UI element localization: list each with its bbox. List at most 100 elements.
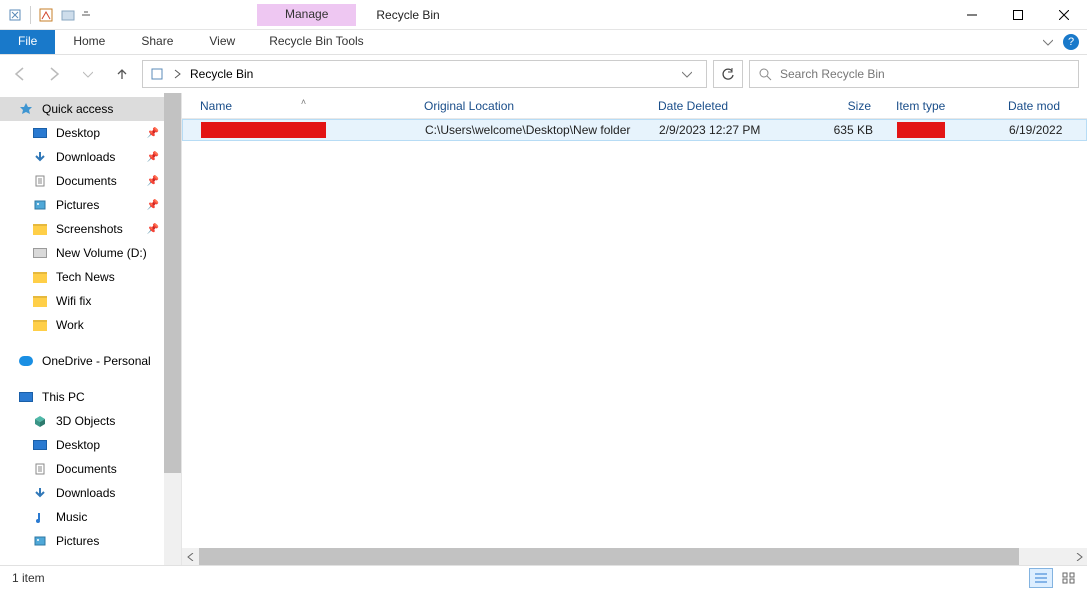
- column-date-modified[interactable]: Date mod: [1000, 99, 1087, 113]
- redacted-block: [897, 122, 945, 138]
- breadcrumb-chevron-icon[interactable]: [171, 69, 184, 79]
- sidebar-onedrive[interactable]: OneDrive - Personal: [0, 349, 181, 373]
- sidebar-item-label: Screenshots: [56, 222, 123, 236]
- sidebar-item-label: Documents: [56, 462, 117, 476]
- folder-icon: [32, 221, 48, 237]
- sidebar-item-d-drive[interactable]: New Volume (D:): [0, 241, 181, 265]
- column-headers: Name ˄ Original Location Date Deleted Siz…: [182, 93, 1087, 119]
- sidebar-item-label: Wifi fix: [56, 294, 91, 308]
- refresh-button[interactable]: [713, 60, 743, 88]
- pin-icon: 📌: [147, 200, 159, 211]
- sidebar-item-label: New Volume (D:): [56, 246, 147, 260]
- desktop-icon: [32, 437, 48, 453]
- column-name[interactable]: Name ˄: [192, 99, 416, 113]
- breadcrumb-root[interactable]: [143, 66, 171, 82]
- pin-icon: 📌: [147, 128, 159, 139]
- nav-scroll-thumb[interactable]: [164, 93, 181, 473]
- content-area: Name ˄ Original Location Date Deleted Siz…: [182, 93, 1087, 565]
- new-folder-icon[interactable]: [59, 6, 77, 24]
- sidebar-item-pictures[interactable]: Pictures 📌: [0, 193, 181, 217]
- documents-icon: [32, 173, 48, 189]
- sidebar-item-pc-documents[interactable]: Documents: [0, 457, 181, 481]
- tab-file[interactable]: File: [0, 30, 55, 54]
- column-item-type[interactable]: Item type: [888, 99, 1000, 113]
- pc-icon: [18, 389, 34, 405]
- sidebar-item-documents[interactable]: Documents📌: [0, 169, 181, 193]
- sort-indicator-icon: ˄: [301, 97, 306, 107]
- sidebar-item-wifi-fix[interactable]: Wifi fix: [0, 289, 181, 313]
- sidebar-item-downloads[interactable]: Downloads📌: [0, 145, 181, 169]
- cell-item-type: [889, 122, 1001, 138]
- tab-view[interactable]: View: [191, 30, 253, 54]
- status-bar: 1 item: [0, 565, 1087, 589]
- drive-icon: [32, 245, 48, 261]
- back-button[interactable]: [6, 60, 34, 88]
- context-tab-manage[interactable]: Manage: [257, 4, 356, 26]
- sidebar-item-screenshots[interactable]: Screenshots 📌: [0, 217, 181, 241]
- recycle-bin-small-icon: [149, 66, 165, 82]
- minimize-button[interactable]: [949, 0, 995, 30]
- horizontal-scrollbar[interactable]: [182, 548, 1087, 565]
- recent-locations-dropdown[interactable]: [74, 60, 102, 88]
- maximize-button[interactable]: [995, 0, 1041, 30]
- scroll-left-icon[interactable]: [182, 548, 199, 565]
- explorer-window: Manage Recycle Bin File Home Share View …: [0, 0, 1087, 589]
- sidebar-item-label: Pictures: [56, 198, 99, 212]
- sidebar-item-3d-objects[interactable]: 3D Objects: [0, 409, 181, 433]
- forward-button[interactable]: [40, 60, 68, 88]
- column-date-deleted[interactable]: Date Deleted: [650, 99, 810, 113]
- recycle-bin-icon[interactable]: [6, 6, 24, 24]
- tab-share[interactable]: Share: [123, 30, 191, 54]
- ribbon-expand-icon[interactable]: [1043, 37, 1057, 47]
- 3d-icon: [32, 413, 48, 429]
- sidebar-item-music[interactable]: Music: [0, 505, 181, 529]
- scroll-thumb[interactable]: [199, 548, 1019, 565]
- breadcrumb-location[interactable]: Recycle Bin: [184, 67, 259, 81]
- sidebar-item-pc-downloads[interactable]: Downloads: [0, 481, 181, 505]
- sidebar-item-label: Tech News: [56, 270, 115, 284]
- redacted-block: [201, 122, 326, 138]
- sidebar-item-label: Music: [56, 510, 87, 524]
- tab-home[interactable]: Home: [55, 30, 123, 54]
- sidebar-this-pc[interactable]: This PC: [0, 385, 181, 409]
- tab-recycle-bin-tools[interactable]: Recycle Bin Tools: [257, 30, 376, 54]
- qat-dropdown[interactable]: [81, 11, 91, 19]
- column-size[interactable]: Size: [810, 99, 888, 113]
- sidebar-item-desktop[interactable]: Desktop📌: [0, 121, 181, 145]
- icons-view-button[interactable]: [1057, 568, 1081, 588]
- sidebar-item-label: 3D Objects: [56, 414, 115, 428]
- breadcrumb-label: Recycle Bin: [190, 67, 253, 81]
- sidebar-item-label: OneDrive - Personal: [42, 354, 151, 368]
- scroll-track[interactable]: [199, 548, 1070, 565]
- title-bar: Manage Recycle Bin: [0, 0, 1087, 30]
- navigation-pane: Quick access Desktop📌 Downloads📌 Documen…: [0, 93, 182, 565]
- column-label: Name: [200, 99, 232, 113]
- pin-icon: 📌: [147, 224, 159, 235]
- close-button[interactable]: [1041, 0, 1087, 30]
- pictures-icon: [32, 197, 48, 213]
- music-icon: [32, 509, 48, 525]
- sidebar-item-pc-pictures[interactable]: Pictures: [0, 529, 181, 553]
- column-original-location[interactable]: Original Location: [416, 99, 650, 113]
- address-bar[interactable]: Recycle Bin: [142, 60, 707, 88]
- scroll-right-icon[interactable]: [1070, 548, 1087, 565]
- details-view-button[interactable]: [1029, 568, 1053, 588]
- up-button[interactable]: [108, 60, 136, 88]
- sidebar-item-label: Pictures: [56, 534, 99, 548]
- folder-icon: [32, 293, 48, 309]
- table-row[interactable]: C:\Users\welcome\Desktop\New folder 2/9/…: [182, 119, 1087, 141]
- sidebar-item-pc-desktop[interactable]: Desktop: [0, 433, 181, 457]
- sidebar-quick-access[interactable]: Quick access: [0, 97, 181, 121]
- item-count: 1 item: [12, 571, 45, 585]
- search-icon: [758, 67, 772, 81]
- sidebar-item-work[interactable]: Work: [0, 313, 181, 337]
- properties-icon[interactable]: [37, 6, 55, 24]
- cell-date-deleted: 2/9/2023 12:27 PM: [651, 123, 811, 137]
- file-list[interactable]: C:\Users\welcome\Desktop\New folder 2/9/…: [182, 119, 1087, 548]
- sidebar-item-tech-news[interactable]: Tech News: [0, 265, 181, 289]
- help-icon[interactable]: ?: [1063, 34, 1079, 50]
- sidebar-item-label: Downloads: [56, 486, 115, 500]
- cell-original-location: C:\Users\welcome\Desktop\New folder: [417, 123, 651, 137]
- address-history-dropdown[interactable]: [682, 69, 706, 79]
- search-box[interactable]: Search Recycle Bin: [749, 60, 1079, 88]
